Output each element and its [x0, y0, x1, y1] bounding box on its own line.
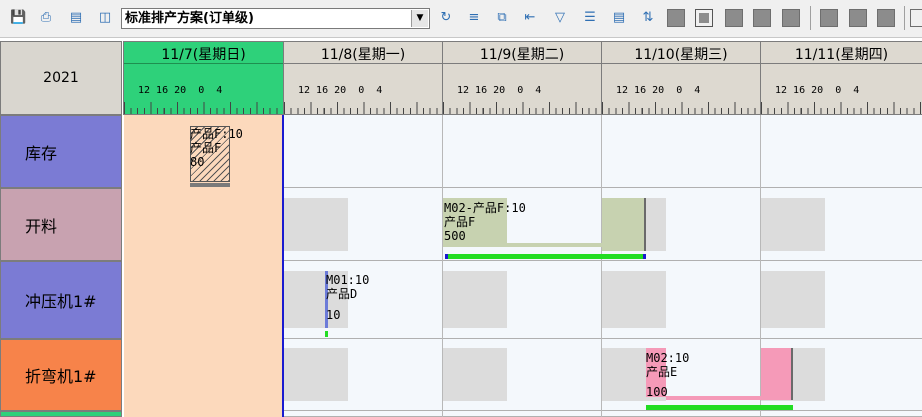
print-icon[interactable]: ⎙	[38, 10, 54, 26]
printer-icon[interactable]: ◫	[97, 10, 113, 26]
task-cutting-bar-2[interactable]	[602, 198, 646, 251]
task-bend-progress	[646, 405, 793, 410]
time-ruler	[761, 100, 922, 114]
row-label-text: 折弯机1#	[25, 367, 97, 386]
work-block	[443, 348, 507, 401]
task-press-line2: 产品D	[326, 287, 358, 301]
copy-icon[interactable]: ⧉	[494, 10, 510, 26]
work-block	[761, 271, 825, 328]
task-cutting-progress	[445, 254, 646, 259]
task-bend-line1: M02:10	[646, 351, 690, 365]
row-label-text: 库存	[25, 143, 58, 163]
task-bend-bar-2[interactable]	[761, 348, 793, 400]
work-block	[761, 198, 825, 251]
task-cutting-line1: M02-产品F:10	[444, 201, 526, 215]
task-bend-gap	[666, 396, 761, 400]
task-bend-line3: 100	[646, 385, 668, 399]
hour-ticks: 12 16 20 0 4	[457, 85, 542, 96]
day-title: 11/9(星期二)	[479, 47, 565, 63]
row-label-press[interactable]: 冲压机1#	[0, 261, 122, 339]
day-header-2: 11/8(星期一) 12 16 20 0 4	[283, 41, 442, 115]
day-header-4: 11/10(星期三) 12 16 20 0 4	[601, 41, 760, 115]
hour-ticks: 12 16 20 0 4	[775, 85, 860, 96]
task-inventory-line2: 产品F	[190, 141, 222, 155]
refresh-icon[interactable]: ↻	[438, 10, 454, 26]
row-label-inventory[interactable]: 库存	[0, 115, 122, 188]
view-toggle-7[interactable]	[849, 9, 867, 27]
time-ruler	[602, 100, 760, 114]
work-block	[284, 198, 348, 251]
task-inventory-progress	[190, 183, 230, 187]
task-press-line1: M01:10	[326, 273, 370, 287]
row-label-next	[0, 411, 122, 417]
row-label-bend[interactable]: 折弯机1#	[0, 339, 122, 411]
row-label-cutting[interactable]: 开料	[0, 188, 122, 261]
sort-icon[interactable]: ⇅	[640, 10, 656, 26]
time-ruler	[284, 100, 442, 114]
task-cutting-gap	[507, 243, 602, 247]
row-label-text: 开料	[25, 216, 58, 236]
task-cutting-line3: 500	[444, 229, 466, 243]
task-bend-line2: 产品E	[646, 365, 678, 379]
year-header: 2021	[0, 41, 122, 115]
work-block	[602, 271, 666, 328]
save-icon[interactable]: 💾	[10, 10, 26, 26]
day-title: 11/7(星期日)	[161, 47, 246, 63]
work-block	[443, 271, 507, 328]
toolbar-separator	[810, 6, 811, 30]
day-title: 11/11(星期四)	[794, 47, 889, 63]
time-ruler	[443, 100, 601, 114]
day-header-5: 11/11(星期四) 12 16 20 0 4	[760, 41, 922, 115]
task-press-progress	[325, 331, 328, 337]
hour-ticks: 12 16 20 0 4	[138, 85, 223, 96]
row-label-text: 冲压机1#	[25, 292, 97, 311]
plan-select-value: 标准排产方案(订单级)	[125, 11, 254, 26]
list-icon[interactable]: ☰	[582, 10, 598, 26]
view-toggle-6[interactable]	[820, 9, 838, 27]
toolbar-separator	[904, 6, 905, 30]
work-block	[284, 348, 348, 401]
task-inventory-line3: 80	[190, 155, 205, 169]
day-title: 11/8(星期一)	[320, 47, 406, 63]
hour-ticks: 12 16 20 0 4	[298, 85, 383, 96]
indent-icon[interactable]: ⇤	[522, 10, 538, 26]
task-inventory-line1: 产品F:10	[190, 127, 243, 141]
print-preview-icon[interactable]: ▤	[68, 10, 84, 26]
view-toggle-4[interactable]	[753, 9, 771, 27]
view-toggle-3[interactable]	[725, 9, 743, 27]
task-press-line3: 10	[326, 308, 341, 322]
year-label: 2021	[43, 70, 79, 86]
view-toggle-1[interactable]	[667, 9, 685, 27]
day-header-3: 11/9(星期二) 12 16 20 0 4	[442, 41, 601, 115]
align-icon[interactable]: ≡	[466, 10, 482, 26]
export-icon[interactable]: ▤	[611, 10, 627, 26]
filter-icon[interactable]: ▽	[552, 10, 568, 26]
plan-select[interactable]: 标准排产方案(订单级) ▼	[121, 8, 430, 29]
hour-ticks: 12 16 20 0 4	[616, 85, 701, 96]
day-header-1: 11/7(星期日) 12 16 20 0 4	[123, 41, 283, 115]
view-toggle-9[interactable]	[910, 9, 922, 27]
day-title: 11/10(星期三)	[634, 47, 728, 63]
chevron-down-icon[interactable]: ▼	[411, 10, 428, 27]
time-ruler	[124, 100, 283, 114]
view-toggle-2[interactable]	[695, 9, 713, 27]
view-toggle-5[interactable]	[782, 9, 800, 27]
task-cutting-line2: 产品F	[444, 215, 476, 229]
view-toggle-8[interactable]	[877, 9, 895, 27]
toolbar: 💾 ⎙ ▤ ◫ 标准排产方案(订单级) ▼ ↻ ≡ ⧉ ⇤ ▽ ☰ ▤ ⇅	[0, 0, 922, 38]
